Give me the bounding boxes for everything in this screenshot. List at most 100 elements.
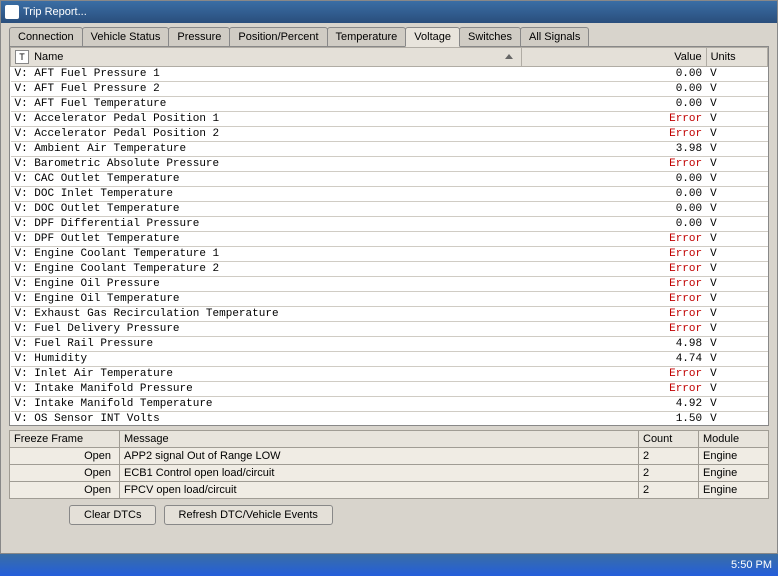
signal-value: 4.92 — [522, 397, 706, 412]
signal-name: V: Engine Coolant Temperature 1 — [11, 247, 522, 262]
table-row[interactable]: V: DPF Differential Pressure0.00V — [11, 217, 768, 232]
tab-position-percent[interactable]: Position/Percent — [229, 27, 327, 46]
signal-value: 1.50 — [522, 412, 706, 427]
title-bar[interactable]: Trip Report... — [1, 1, 777, 23]
signal-unit: V — [706, 292, 767, 307]
table-row[interactable]: V: OS Sensor INT Volts1.50V — [11, 412, 768, 427]
table-row[interactable]: V: Inlet Air TemperatureErrorV — [11, 367, 768, 382]
tab-all-signals[interactable]: All Signals — [520, 27, 589, 46]
signal-value: Error — [522, 112, 706, 127]
dtc-count: 2 — [639, 482, 699, 499]
col-header-units[interactable]: Units — [706, 48, 767, 67]
signal-name: V: AFT Fuel Pressure 2 — [11, 82, 522, 97]
signal-unit: V — [706, 82, 767, 97]
dtc-count: 2 — [639, 465, 699, 482]
table-row[interactable]: V: Fuel Delivery PressureErrorV — [11, 322, 768, 337]
col-header-name[interactable]: T Name — [11, 48, 522, 67]
signal-name: V: DPF Differential Pressure — [11, 217, 522, 232]
table-row[interactable]: V: Engine Coolant Temperature 1ErrorV — [11, 247, 768, 262]
tab-pressure[interactable]: Pressure — [168, 27, 230, 46]
signal-unit: V — [706, 262, 767, 277]
table-row[interactable]: V: AFT Fuel Pressure 10.00V — [11, 67, 768, 82]
dtc-col-freeze[interactable]: Freeze Frame — [10, 431, 120, 448]
taskbar[interactable]: 5:50 PM — [0, 554, 778, 576]
dtc-msg: FPCV open load/circuit — [120, 482, 639, 499]
signal-name: V: OS Sensor INT Volts — [11, 412, 522, 427]
dtc-row[interactable]: OpenFPCV open load/circuit2Engine — [10, 482, 769, 499]
dtc-module: Engine — [699, 448, 769, 465]
signal-unit: V — [706, 157, 767, 172]
signal-name: V: AFT Fuel Temperature — [11, 97, 522, 112]
app-window: Trip Report... ConnectionVehicle StatusP… — [0, 0, 778, 554]
signal-unit: V — [706, 187, 767, 202]
signal-value: Error — [522, 277, 706, 292]
dtc-ff: Open — [10, 448, 120, 465]
signal-name: V: Exhaust Gas Recirculation Temperature — [11, 307, 522, 322]
signal-name: V: Engine Coolant Temperature 2 — [11, 262, 522, 277]
dtc-panel: Freeze Frame Message Count Module OpenAP… — [9, 430, 769, 531]
table-row[interactable]: V: Accelerator Pedal Position 1ErrorV — [11, 112, 768, 127]
dtc-msg: ECB1 Control open load/circuit — [120, 465, 639, 482]
refresh-dtc-button[interactable]: Refresh DTC/Vehicle Events — [164, 505, 333, 525]
signal-value: Error — [522, 382, 706, 397]
tab-vehicle-status[interactable]: Vehicle Status — [82, 27, 170, 46]
table-row[interactable]: V: Ambient Air Temperature3.98V — [11, 142, 768, 157]
col-header-value[interactable]: Value — [522, 48, 706, 67]
dtc-row[interactable]: OpenECB1 Control open load/circuit2Engin… — [10, 465, 769, 482]
table-row[interactable]: V: DPF Outlet TemperatureErrorV — [11, 232, 768, 247]
tab-connection[interactable]: Connection — [9, 27, 83, 46]
signal-value: Error — [522, 127, 706, 142]
signal-unit: V — [706, 217, 767, 232]
table-row[interactable]: V: AFT Fuel Temperature0.00V — [11, 97, 768, 112]
table-row[interactable]: V: Exhaust Gas Recirculation Temperature… — [11, 307, 768, 322]
signal-value: Error — [522, 307, 706, 322]
app-icon — [5, 5, 19, 19]
table-row[interactable]: V: AFT Fuel Pressure 20.00V — [11, 82, 768, 97]
filter-icon[interactable]: T — [15, 50, 29, 64]
table-row[interactable]: V: Barometric Absolute PressureErrorV — [11, 157, 768, 172]
table-row[interactable]: V: DOC Outlet Temperature0.00V — [11, 202, 768, 217]
signal-value: 0.00 — [522, 217, 706, 232]
table-row[interactable]: V: DOC Inlet Temperature0.00V — [11, 187, 768, 202]
signal-name: V: Accelerator Pedal Position 1 — [11, 112, 522, 127]
table-row[interactable]: V: Engine Oil TemperatureErrorV — [11, 292, 768, 307]
signal-value: 4.74 — [522, 352, 706, 367]
table-row[interactable]: V: Accelerator Pedal Position 2ErrorV — [11, 127, 768, 142]
dtc-col-module[interactable]: Module — [699, 431, 769, 448]
tab-voltage[interactable]: Voltage — [405, 27, 460, 47]
clear-dtcs-button[interactable]: Clear DTCs — [69, 505, 156, 525]
table-row[interactable]: V: Fuel Rail Pressure4.98V — [11, 337, 768, 352]
table-row[interactable]: V: Engine Coolant Temperature 2ErrorV — [11, 262, 768, 277]
signal-unit: V — [706, 172, 767, 187]
table-row[interactable]: V: Intake Manifold PressureErrorV — [11, 382, 768, 397]
dtc-module: Engine — [699, 465, 769, 482]
tab-temperature[interactable]: Temperature — [327, 27, 407, 46]
signal-value: Error — [522, 232, 706, 247]
signal-unit: V — [706, 367, 767, 382]
table-row[interactable]: V: Engine Oil PressureErrorV — [11, 277, 768, 292]
tab-strip: ConnectionVehicle StatusPressurePosition… — [1, 23, 777, 46]
signal-name: V: DOC Outlet Temperature — [11, 202, 522, 217]
dtc-col-count[interactable]: Count — [639, 431, 699, 448]
sort-asc-icon — [505, 54, 513, 59]
signal-unit: V — [706, 412, 767, 427]
table-row[interactable]: V: Humidity4.74V — [11, 352, 768, 367]
dtc-row[interactable]: OpenAPP2 signal Out of Range LOW2Engine — [10, 448, 769, 465]
signal-name: V: Engine Oil Temperature — [11, 292, 522, 307]
dtc-col-message[interactable]: Message — [120, 431, 639, 448]
signal-unit: V — [706, 247, 767, 262]
signal-unit: V — [706, 337, 767, 352]
signal-name: V: Ambient Air Temperature — [11, 142, 522, 157]
signal-unit: V — [706, 277, 767, 292]
signal-name: V: CAC Outlet Temperature — [11, 172, 522, 187]
tab-switches[interactable]: Switches — [459, 27, 521, 46]
table-row[interactable]: V: CAC Outlet Temperature0.00V — [11, 172, 768, 187]
signal-value: Error — [522, 157, 706, 172]
signal-unit: V — [706, 322, 767, 337]
signal-unit: V — [706, 97, 767, 112]
signal-value: 3.98 — [522, 142, 706, 157]
signal-unit: V — [706, 352, 767, 367]
table-row[interactable]: V: Intake Manifold Temperature4.92V — [11, 397, 768, 412]
dtc-msg: APP2 signal Out of Range LOW — [120, 448, 639, 465]
signal-unit: V — [706, 232, 767, 247]
